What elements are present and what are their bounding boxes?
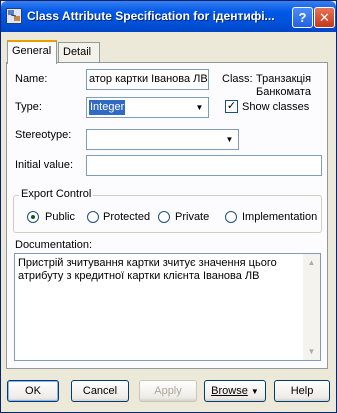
tab-general[interactable]: General (7, 40, 57, 64)
general-panel: Name: атор картки Іванова ЛВ Class: Тран… (6, 62, 328, 369)
name-field[interactable]: атор картки Іванова ЛВ (86, 69, 209, 90)
radio-implementation-label: Implementation (242, 211, 318, 223)
documentation-label: Documentation: (15, 239, 93, 251)
chevron-down-icon: ▼ (250, 387, 259, 396)
radio-protected[interactable] (87, 211, 99, 223)
show-classes-label: Show classes (242, 101, 310, 113)
scroll-down-icon[interactable]: ▼ (304, 344, 319, 359)
vertical-scrollbar[interactable]: ▲ ▼ (303, 254, 320, 360)
class-attribute-specification-dialog: Class Attribute Specification for іденти… (0, 0, 337, 413)
type-combo[interactable]: Integer ▼ (86, 97, 209, 118)
chevron-down-icon[interactable]: ▼ (192, 99, 207, 116)
show-classes-checkbox[interactable]: ✓ (225, 100, 238, 113)
title-bar[interactable]: Class Attribute Specification for іденти… (1, 1, 336, 32)
type-value: Integer (89, 100, 126, 115)
cancel-button[interactable]: Cancel (71, 380, 129, 402)
name-label: Name: (15, 73, 48, 85)
window-title: Class Attribute Specification for іденти… (27, 9, 275, 23)
browse-button[interactable]: Browse ▼ (204, 380, 266, 402)
class-label: Class: (222, 73, 253, 85)
browse-label: Browse (211, 385, 248, 397)
help-button[interactable]: Help (274, 380, 330, 402)
stereotype-combo[interactable]: ▼ (86, 129, 239, 150)
documentation-text: Пристрій зчитування картки зчитує значен… (18, 257, 277, 282)
radio-implementation[interactable] (225, 211, 237, 223)
apply-button[interactable]: Apply (139, 380, 197, 402)
radio-protected-label: Protected (103, 211, 151, 223)
type-label: Type: (15, 101, 42, 113)
radio-public[interactable] (27, 211, 39, 223)
initial-value-label: Initial value: (15, 159, 74, 171)
export-control-legend: Export Control (19, 188, 94, 200)
stereotype-label: Stereotype: (15, 129, 72, 141)
documentation-textarea[interactable]: Пристрій зчитування картки зчитує значен… (14, 253, 321, 361)
help-title-button[interactable]: ? (292, 7, 313, 28)
initial-value-field[interactable] (86, 155, 322, 176)
scroll-up-icon[interactable]: ▲ (304, 255, 319, 270)
radio-private[interactable] (158, 211, 170, 223)
radio-private-label: Private (175, 211, 210, 223)
ok-button[interactable]: OK (7, 380, 59, 402)
radio-public-label: Public (45, 211, 75, 223)
class-value-line2: Банкомата (256, 86, 311, 98)
radio-selected-dot (31, 215, 35, 219)
chevron-down-icon[interactable]: ▼ (222, 131, 237, 148)
tab-detail[interactable]: Detail (58, 42, 100, 62)
class-value-line1: Транзакція (256, 73, 312, 85)
app-icon (6, 8, 22, 24)
stereotype-value (89, 132, 91, 147)
close-button[interactable]: ✕ (314, 7, 335, 28)
